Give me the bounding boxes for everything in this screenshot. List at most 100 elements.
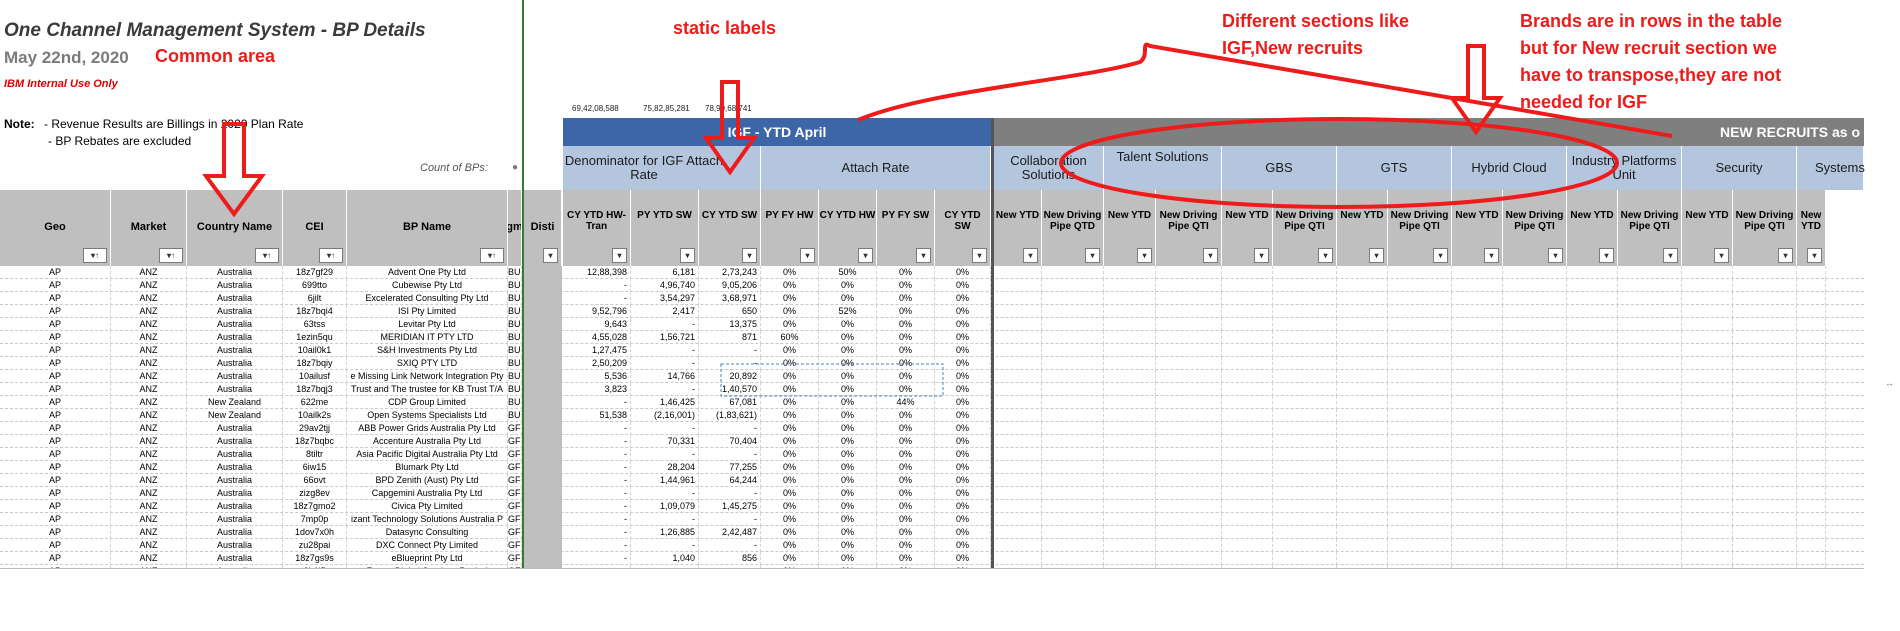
cell-new-recruit[interactable] — [994, 526, 1042, 539]
cell-new-recruit[interactable] — [1156, 513, 1222, 526]
cell-new-recruit[interactable] — [1682, 513, 1733, 526]
cell-new-recruit[interactable] — [1797, 266, 1826, 279]
cell-new-recruit[interactable] — [1104, 513, 1156, 526]
cell-new-recruit[interactable] — [1156, 331, 1222, 344]
cell-pysw[interactable]: 1,26,885 — [631, 526, 699, 539]
cell-seg[interactable]: GF — [508, 500, 522, 513]
cell-seg[interactable]: BU — [508, 383, 522, 396]
cell-market[interactable]: ANZ — [111, 305, 187, 318]
cell-new-recruit[interactable] — [1682, 422, 1733, 435]
cell-cei[interactable]: 18z7bqiy — [283, 357, 347, 370]
cell-geo[interactable]: AP — [0, 422, 111, 435]
cell-bp[interactable]: Accenture Australia Pty Ltd — [347, 435, 508, 448]
table-row[interactable]: AP ANZ Australia 699tto Cubewise Pty Ltd BU -4… — [0, 279, 1864, 292]
cell-new-recruit[interactable] — [1503, 539, 1567, 552]
cell-a1[interactable]: 0% — [761, 318, 819, 331]
cell-cei[interactable]: 18z7gf29 — [283, 266, 347, 279]
filter-button[interactable]: ▾ — [612, 248, 627, 263]
cell-cysw[interactable]: 20,892 — [699, 370, 761, 383]
cell-new-recruit[interactable] — [1042, 266, 1104, 279]
cell-hw[interactable]: - — [563, 461, 631, 474]
cell-bp[interactable]: SXIQ PTY LTD — [347, 357, 508, 370]
cell-a4[interactable]: 0% — [935, 357, 991, 370]
cell-a1[interactable]: 0% — [761, 500, 819, 513]
cell-a1[interactable]: 0% — [761, 344, 819, 357]
cell-new-recruit[interactable] — [1618, 435, 1682, 448]
cell-new-recruit[interactable] — [1797, 435, 1826, 448]
cell-new-recruit[interactable] — [1797, 292, 1826, 305]
cell-hw[interactable]: - — [563, 279, 631, 292]
cell-a4[interactable]: 0% — [935, 461, 991, 474]
cell-seg[interactable]: GF — [508, 422, 522, 435]
table-row[interactable]: AP ANZ New Zealand 622me CDP Group Limited BU… — [0, 396, 1864, 409]
cell-new-recruit[interactable] — [1452, 279, 1503, 292]
cell-new-recruit[interactable] — [1452, 383, 1503, 396]
cell-hw[interactable]: - — [563, 396, 631, 409]
cell-new-recruit[interactable] — [1733, 513, 1797, 526]
cell-new-recruit[interactable] — [1273, 500, 1337, 513]
cell-new-recruit[interactable] — [1733, 409, 1797, 422]
cell-a3[interactable]: 0% — [877, 435, 935, 448]
cell-country[interactable]: Australia — [187, 292, 283, 305]
cell-geo[interactable]: AP — [0, 383, 111, 396]
cell-new-recruit[interactable] — [1618, 357, 1682, 370]
cell-new-recruit[interactable] — [1618, 487, 1682, 500]
cell-new-recruit[interactable] — [1503, 370, 1567, 383]
cell-new-recruit[interactable] — [1042, 552, 1104, 565]
distributor-cell[interactable] — [524, 344, 562, 357]
cell-a3[interactable]: 0% — [877, 448, 935, 461]
cell-cysw[interactable]: - — [699, 422, 761, 435]
cell-a3[interactable]: 0% — [877, 513, 935, 526]
cell-new-recruit[interactable] — [1337, 305, 1388, 318]
cell-market[interactable]: ANZ — [111, 292, 187, 305]
cell-new-recruit[interactable] — [1273, 305, 1337, 318]
cell-new-recruit[interactable] — [1388, 461, 1452, 474]
cell-new-recruit[interactable] — [1104, 292, 1156, 305]
cell-cei[interactable]: 7mp0p — [283, 513, 347, 526]
cell-a4[interactable]: 0% — [935, 539, 991, 552]
cell-new-recruit[interactable] — [1682, 461, 1733, 474]
cell-a2[interactable]: 0% — [819, 331, 877, 344]
cell-new-recruit[interactable] — [1104, 357, 1156, 370]
cell-new-recruit[interactable] — [1567, 422, 1618, 435]
cell-new-recruit[interactable] — [1273, 266, 1337, 279]
cell-market[interactable]: ANZ — [111, 344, 187, 357]
cell-new-recruit[interactable] — [1273, 422, 1337, 435]
cell-a3[interactable]: 44% — [877, 396, 935, 409]
cell-a1[interactable]: 0% — [761, 370, 819, 383]
cell-new-recruit[interactable] — [1503, 318, 1567, 331]
scroll-right-marker[interactable]: ↔ — [1885, 378, 1894, 388]
cell-new-recruit[interactable] — [1503, 461, 1567, 474]
cell-a4[interactable]: 0% — [935, 448, 991, 461]
cell-new-recruit[interactable] — [1222, 344, 1273, 357]
cell-new-recruit[interactable] — [994, 331, 1042, 344]
cell-market[interactable]: ANZ — [111, 266, 187, 279]
cell-new-recruit[interactable] — [1337, 513, 1388, 526]
cell-new-recruit[interactable] — [994, 487, 1042, 500]
cell-cei[interactable]: 6jilt — [283, 292, 347, 305]
cell-hw[interactable]: - — [563, 552, 631, 565]
cell-cei[interactable]: 18z7gs9s — [283, 552, 347, 565]
table-row[interactable]: AP ANZ Australia 1dov7x0h Datasync Consultin… — [0, 526, 1864, 539]
distributor-cell[interactable] — [524, 318, 562, 331]
cell-bp[interactable]: Advent One Pty Ltd — [347, 266, 508, 279]
distributor-cell[interactable] — [524, 266, 562, 279]
cell-cysw[interactable]: 1,45,275 — [699, 500, 761, 513]
cell-a2[interactable]: 0% — [819, 526, 877, 539]
cell-a2[interactable]: 0% — [819, 448, 877, 461]
cell-new-recruit[interactable] — [1503, 422, 1567, 435]
cell-new-recruit[interactable] — [1222, 474, 1273, 487]
cell-new-recruit[interactable] — [1222, 526, 1273, 539]
cell-geo[interactable]: AP — [0, 292, 111, 305]
cell-new-recruit[interactable] — [1388, 409, 1452, 422]
cell-new-recruit[interactable] — [1273, 344, 1337, 357]
cell-cysw[interactable]: 2,42,487 — [699, 526, 761, 539]
cell-new-recruit[interactable] — [1567, 266, 1618, 279]
cell-new-recruit[interactable] — [1682, 474, 1733, 487]
cell-new-recruit[interactable] — [1567, 292, 1618, 305]
cell-new-recruit[interactable] — [1156, 266, 1222, 279]
cell-new-recruit[interactable] — [1503, 292, 1567, 305]
cell-a3[interactable]: 0% — [877, 383, 935, 396]
cell-new-recruit[interactable] — [1156, 435, 1222, 448]
cell-new-recruit[interactable] — [1104, 266, 1156, 279]
